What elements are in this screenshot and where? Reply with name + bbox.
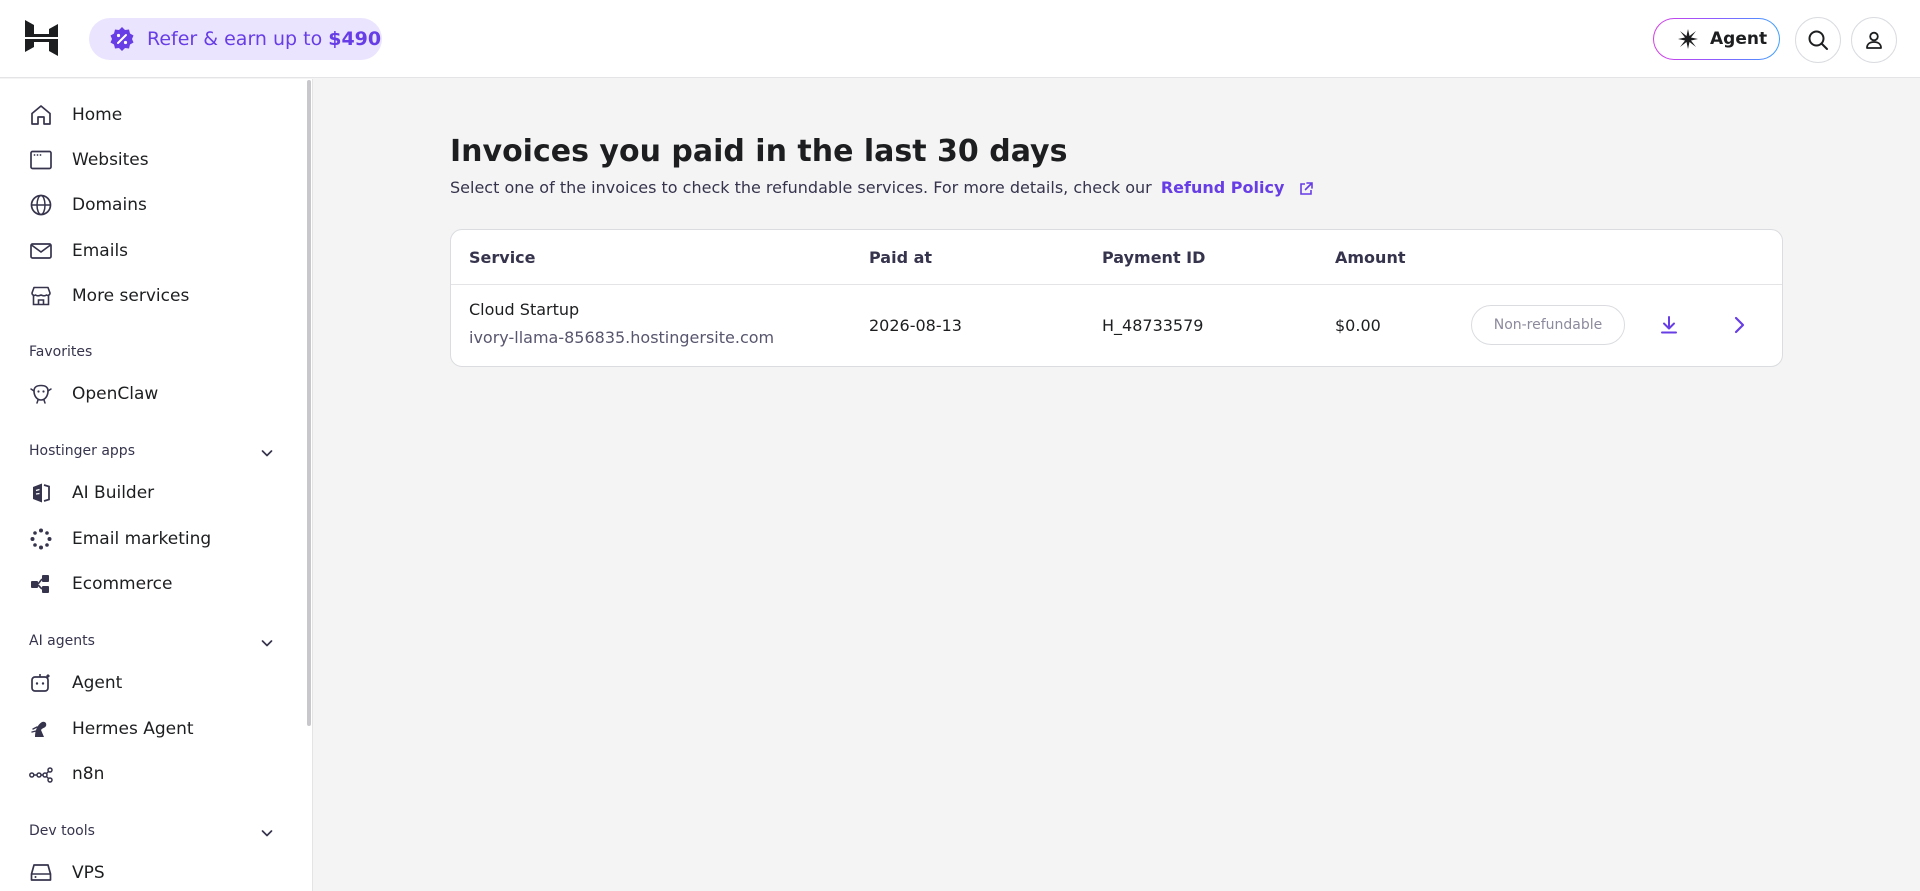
sidebar-item-label: Email marketing [72,529,212,549]
column-header-payment-id: Payment ID [1102,248,1206,267]
ai-agents-label: AI agents [29,633,95,649]
column-header-amount: Amount [1335,248,1406,267]
table-divider [451,284,1782,285]
sidebar-item-label: Domains [72,195,147,215]
agent-button-label: Agent [1710,29,1768,49]
refund-policy-link[interactable]: Refund Policy [1161,178,1285,197]
chevron-down-icon[interactable] [258,824,276,842]
sidebar-item-label: Agent [72,673,123,693]
column-header-paid-at: Paid at [869,248,933,267]
dev-tools-label: Dev tools [29,823,95,839]
hostinger-logo-icon[interactable] [25,20,58,56]
mail-icon [29,239,53,263]
n8n-icon [29,762,53,786]
external-link-icon[interactable] [1298,181,1314,197]
open-invoice-button[interactable] [1721,307,1757,343]
sidebar-item-domains[interactable]: Domains [0,183,300,227]
sidebar-item-home[interactable]: Home [0,93,300,137]
account-button[interactable] [1851,17,1897,63]
user-icon [1866,31,1882,49]
column-header-service: Service [469,248,536,267]
agent-spark-icon [1678,29,1698,49]
sidebar-item-label: Hermes Agent [72,719,194,739]
favorites-label: Favorites [29,344,93,360]
sidebar: Home Websites Domains Emails More servic… [0,79,313,891]
agent-button[interactable]: Agent [1653,18,1780,60]
sidebar-item-label: VPS [72,863,105,883]
ecommerce-icon [29,572,53,596]
subtitle-text: Select one of the invoices to check the … [450,178,1152,197]
globe-icon [29,193,53,217]
sidebar-item-ecommerce[interactable]: Ecommerce [0,562,300,606]
hermes-icon [29,717,53,741]
sidebar-item-label: AI Builder [72,483,155,503]
chevron-down-icon[interactable] [258,444,276,462]
paid-at-value: 2026-08-13 [869,316,962,335]
sidebar-scrollbar[interactable] [307,80,311,726]
robot-icon [29,671,53,695]
discount-badge-icon [110,27,134,51]
browser-icon [29,148,53,172]
refer-text: Refer & earn up to [147,28,323,50]
sidebar-item-emails[interactable]: Emails [0,229,300,273]
top-header: Refer & earn up to $490 Agent [0,0,1920,78]
sidebar-item-label: Emails [72,241,129,261]
builder-icon [29,481,53,505]
search-icon [1808,30,1828,50]
refer-amount: $490 [328,28,382,50]
home-icon [29,103,53,127]
sidebar-item-vps[interactable]: VPS [0,851,300,891]
sidebar-item-agent[interactable]: Agent [0,661,300,705]
sidebar-item-label: OpenClaw [72,384,159,404]
sidebar-item-ai-builder[interactable]: AI Builder [0,471,300,515]
sidebar-item-label: Home [72,105,123,125]
amount-value: $0.00 [1335,316,1381,335]
download-invoice-button[interactable] [1651,307,1687,343]
chevron-down-icon[interactable] [258,634,276,652]
refer-earn-banner[interactable]: Refer & earn up to $490 [89,18,382,60]
page-title: Invoices you paid in the last 30 days [450,134,1068,169]
sidebar-item-label: n8n [72,764,105,784]
sidebar-item-openclaw[interactable]: OpenClaw [0,372,300,416]
sidebar-item-more-services[interactable]: More services [0,274,300,318]
store-icon [29,284,53,308]
sidebar-item-n8n[interactable]: n8n [0,752,300,796]
sidebar-item-email-marketing[interactable]: Email marketing [0,517,300,561]
sidebar-item-label: Websites [72,150,149,170]
payment-id-value: H_48733579 [1102,316,1204,335]
status-badge: Non-refundable [1471,305,1625,345]
download-icon [1661,316,1677,334]
spark-icon [29,527,53,551]
search-button[interactable] [1795,17,1841,63]
invoices-table: Service Paid at Payment ID Amount Cloud … [450,229,1783,367]
sidebar-item-hermes-agent[interactable]: Hermes Agent [0,707,300,751]
chevron-right-icon [1734,316,1745,334]
sidebar-item-label: Ecommerce [72,574,173,594]
sidebar-item-label: More services [72,286,190,306]
sidebar-item-websites[interactable]: Websites [0,138,300,182]
page-subtitle: Select one of the invoices to check the … [450,178,1314,197]
claw-icon [29,382,53,406]
service-domain: ivory-llama-856835.hostingersite.com [469,328,775,347]
hostinger-apps-label: Hostinger apps [29,443,135,459]
server-icon [29,861,53,885]
service-name: Cloud Startup [469,300,580,319]
